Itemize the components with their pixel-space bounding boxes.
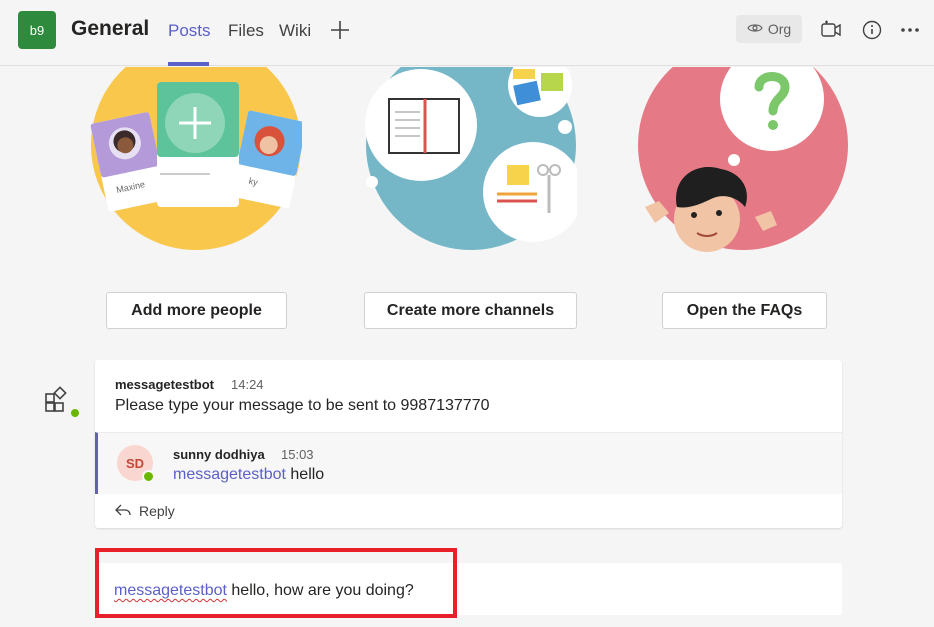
reply-button[interactable]: Reply <box>115 503 175 519</box>
available-status-icon <box>142 470 155 483</box>
tab-wiki[interactable]: Wiki <box>279 21 311 41</box>
org-badge[interactable]: Org <box>736 15 802 43</box>
reply-text: hello <box>285 466 325 483</box>
meet-video-icon[interactable] <box>820 19 842 41</box>
create-more-channels-button[interactable]: Create more channels <box>364 292 577 329</box>
reply-thread: SD sunny dodhiya 15:03 messagetestbot he… <box>95 432 842 494</box>
more-options-icon[interactable] <box>899 19 921 41</box>
channel-title: General <box>71 17 150 40</box>
open-faqs-button[interactable]: Open the FAQs <box>662 292 827 329</box>
reply-author[interactable]: sunny dodhiya <box>173 447 265 462</box>
message-author[interactable]: messagetestbot <box>115 377 214 392</box>
tab-posts[interactable]: Posts <box>168 21 211 41</box>
message-card: messagetestbot 14:24 Please type your me… <box>95 360 842 528</box>
tab-files[interactable]: Files <box>228 21 264 41</box>
message-timestamp: 14:24 <box>231 377 264 392</box>
reply-label: Reply <box>139 503 175 519</box>
compose-input[interactable]: messagetestbot hello, how are you doing? <box>114 582 414 600</box>
compose-toolbar <box>110 620 330 627</box>
eye-icon <box>747 21 763 37</box>
reply-arrow-icon <box>115 503 131 519</box>
compose-mention[interactable]: messagetestbot <box>114 582 227 599</box>
faq-illustration <box>637 67 849 252</box>
message-body: Please type your message to be sent to 9… <box>115 397 490 414</box>
people-cards-illustration: Maxine ky <box>90 67 302 252</box>
reply-body: messagetestbot hello <box>173 466 324 484</box>
available-status-icon <box>69 407 81 419</box>
team-avatar[interactable]: b9 <box>18 11 56 49</box>
channels-illustration <box>365 67 577 252</box>
channel-header: b9 General Posts Files Wiki Org <box>0 0 934 66</box>
plus-icon[interactable] <box>330 20 350 40</box>
mention-link[interactable]: messagetestbot <box>173 466 286 483</box>
info-icon[interactable] <box>861 19 883 41</box>
org-label: Org <box>767 21 792 37</box>
active-tab-indicator <box>168 62 209 66</box>
compose-box[interactable]: messagetestbot hello, how are you doing? <box>95 563 842 615</box>
add-more-people-button[interactable]: Add more people <box>106 292 287 329</box>
compose-text: hello, how are you doing? <box>226 582 414 599</box>
reply-timestamp: 15:03 <box>281 447 314 462</box>
